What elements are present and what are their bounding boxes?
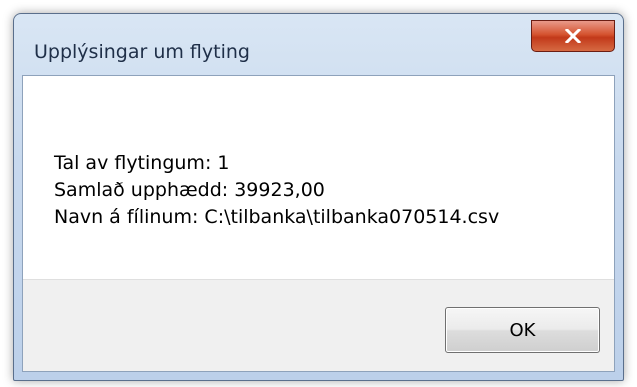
close-icon xyxy=(565,29,581,43)
total-amount-line: Samlað upphædd: 39923,00 xyxy=(54,179,325,201)
ok-button[interactable]: OK xyxy=(445,307,600,353)
button-area: OK xyxy=(23,279,614,371)
message-dialog: Upplýsingar um flyting Tal av flytingum:… xyxy=(13,13,624,381)
close-button[interactable] xyxy=(531,20,615,52)
file-name-line: Navn á fílinum: C:\tilbanka\tilbanka0705… xyxy=(54,206,500,228)
dialog-content: Tal av flytingum: 1 Samlað upphædd: 3992… xyxy=(22,75,615,372)
message-text: Tal av flytingum: 1 Samlað upphædd: 3992… xyxy=(54,150,499,231)
title-bar[interactable]: Upplýsingar um flyting xyxy=(14,14,623,76)
window-title: Upplýsingar um flyting xyxy=(34,41,250,63)
transfer-count-line: Tal av flytingum: 1 xyxy=(54,152,230,174)
